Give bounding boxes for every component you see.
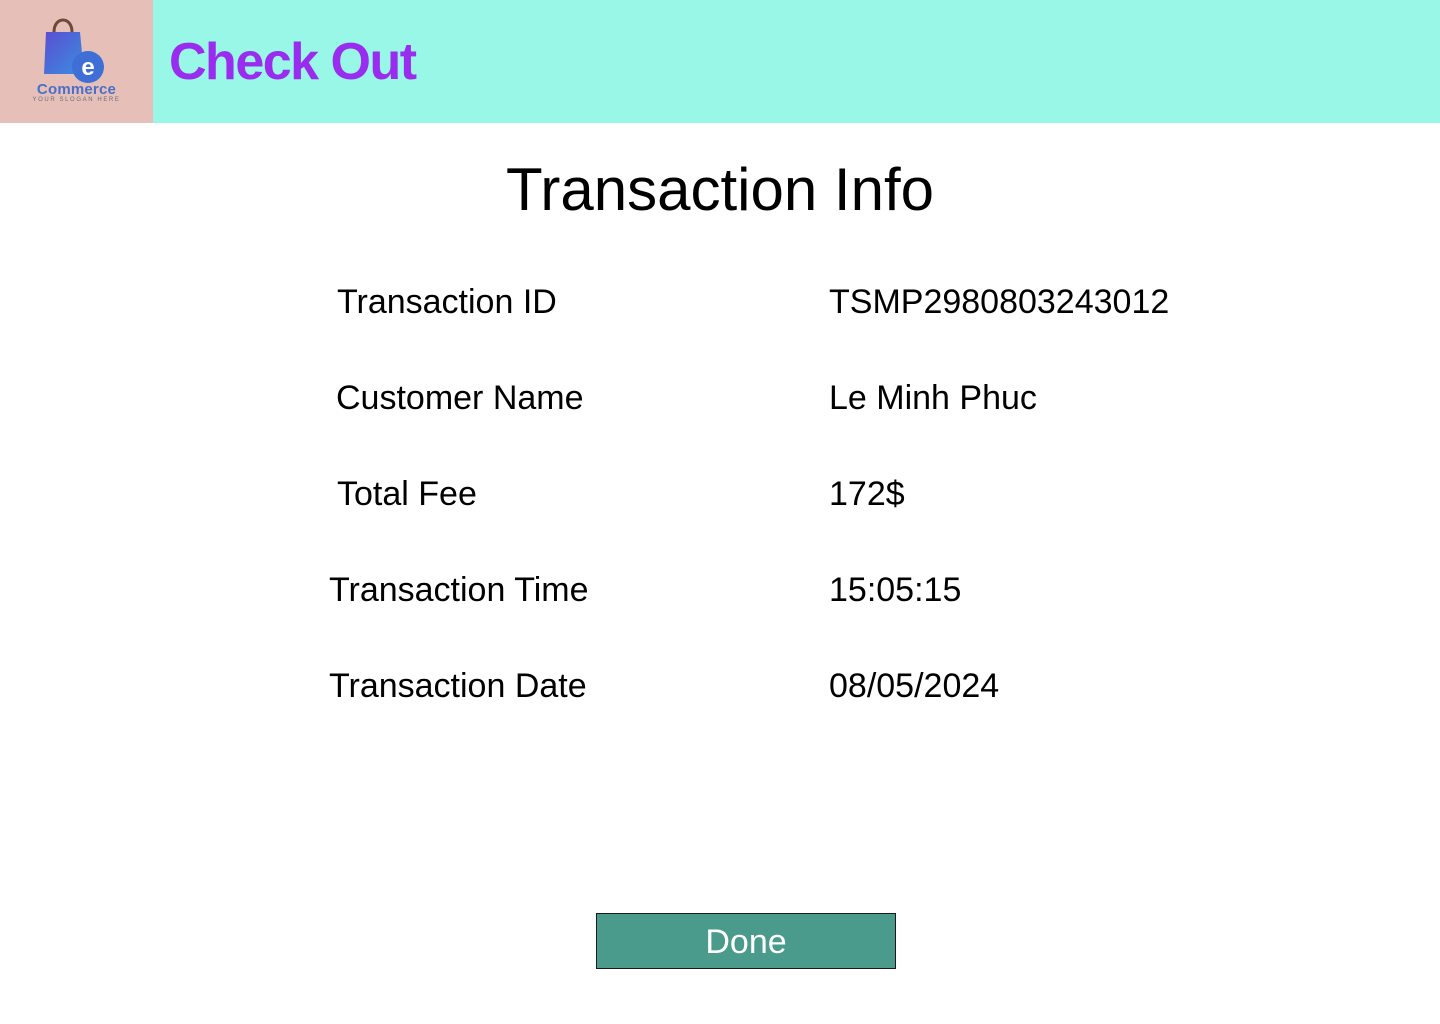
transaction-time-label: Transaction Time <box>329 571 589 609</box>
logo-name: Commerce <box>36 81 117 98</box>
transaction-date-value: 08/05/2024 <box>829 667 1000 705</box>
transaction-id-label: Transaction ID <box>337 283 557 321</box>
transaction-date-label: Transaction Date <box>329 667 587 705</box>
shopping-bag-icon: e <box>44 18 104 83</box>
logo[interactable]: e Commerce YOUR SLOGAN HERE <box>0 0 153 123</box>
done-button[interactable]: Done <box>596 913 896 969</box>
logo-slogan: YOUR SLOGAN HERE <box>32 97 121 103</box>
header-bar: e Commerce YOUR SLOGAN HERE Check Out <box>0 0 1440 123</box>
checkout-page: e Commerce YOUR SLOGAN HERE Check Out Tr… <box>0 0 1440 1024</box>
section-title: Transaction Info <box>506 156 934 223</box>
customer-name-label: Customer Name <box>336 379 584 417</box>
transaction-time-value: 15:05:15 <box>829 571 962 609</box>
page-title: Check Out <box>169 33 417 91</box>
logo-letter: e <box>81 54 94 81</box>
total-fee-label: Total Fee <box>337 475 477 513</box>
total-fee-value: 172$ <box>829 475 905 513</box>
transaction-id-value: TSMP2980803243012 <box>829 283 1170 321</box>
customer-name-value: Le Minh Phuc <box>829 379 1037 417</box>
